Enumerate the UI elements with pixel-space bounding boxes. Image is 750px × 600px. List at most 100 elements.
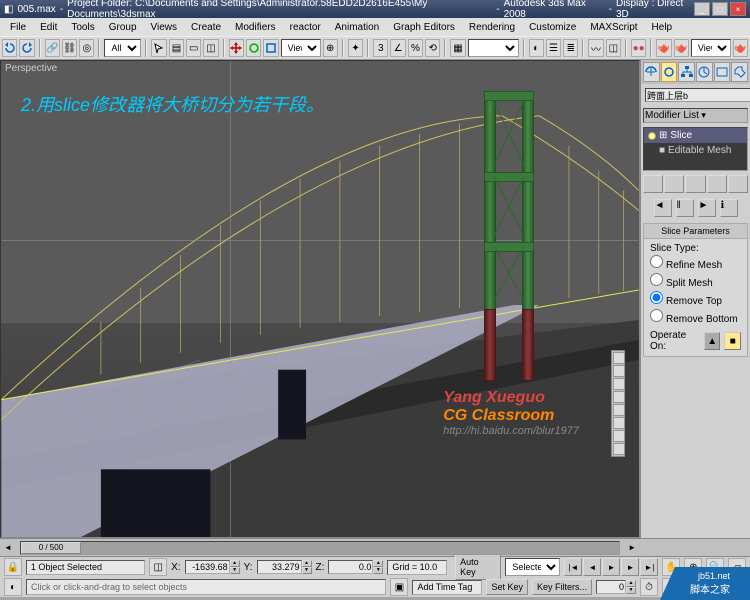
z-input[interactable] — [328, 560, 373, 574]
render-button[interactable]: 🫖 — [674, 39, 689, 57]
spinner-snap[interactable]: ⟲ — [425, 39, 440, 57]
operate-poly-button[interactable]: ■ — [724, 332, 741, 350]
tab-modify[interactable] — [661, 62, 678, 82]
layers-button[interactable]: ≣ — [563, 39, 578, 57]
goto-end-button[interactable]: ►| — [640, 558, 658, 576]
unlink-button[interactable]: ⛓ — [62, 39, 77, 57]
named-sets[interactable] — [468, 39, 519, 57]
play-button[interactable]: ► — [602, 558, 620, 576]
y-input[interactable] — [257, 560, 302, 574]
keymode-select[interactable]: Selected — [505, 558, 560, 576]
time-config-button[interactable]: ⏱ — [640, 578, 658, 596]
maximize-button[interactable]: □ — [712, 2, 728, 16]
menu-maxscript[interactable]: MAXScript — [584, 20, 643, 35]
window-crossing-button[interactable]: ◫ — [203, 39, 218, 57]
autokey-button[interactable]: Auto Key — [455, 554, 501, 580]
menu-group[interactable]: Group — [103, 20, 143, 35]
viewport[interactable]: Perspective — [0, 60, 640, 538]
menu-create[interactable]: Create — [185, 20, 227, 35]
pin-stack-button[interactable] — [643, 175, 663, 193]
next-button[interactable]: ► — [698, 199, 716, 217]
unique-button[interactable] — [685, 175, 705, 193]
manipulate-button[interactable]: ✦ — [348, 39, 363, 57]
viewport-nav[interactable] — [611, 350, 625, 457]
goto-start-button[interactable]: |◄ — [564, 558, 582, 576]
material-editor-button[interactable]: ●● — [631, 39, 646, 57]
modifier-stack[interactable]: ⊞Slice ■Editable Mesh — [643, 127, 748, 171]
setkey-button[interactable]: Set Key — [486, 579, 528, 595]
menu-grapheditors[interactable]: Graph Editors — [387, 20, 461, 35]
minimize-button[interactable]: _ — [694, 2, 710, 16]
named-sets-button[interactable]: ▦ — [450, 39, 465, 57]
keyfilters-button[interactable]: Key Filters... — [532, 579, 592, 595]
tab-display[interactable] — [714, 62, 731, 82]
quick-render-button[interactable]: 🫖 — [733, 39, 748, 57]
frame-input[interactable] — [596, 580, 626, 594]
info-button[interactable]: ℹ — [720, 199, 738, 217]
tab-create[interactable] — [643, 62, 660, 82]
select-rect-button[interactable]: ▭ — [186, 39, 201, 57]
show-end-button[interactable] — [664, 175, 684, 193]
add-time-tag[interactable]: Add Time Tag — [412, 580, 482, 595]
menu-edit[interactable]: Edit — [34, 20, 63, 35]
snap-toggle[interactable]: 3 — [373, 39, 388, 57]
configure-button[interactable] — [728, 175, 748, 193]
next-frame-button[interactable]: ► — [621, 558, 639, 576]
opt-refine[interactable]: Refine Mesh — [650, 254, 741, 272]
align-button[interactable]: ☰ — [546, 39, 561, 57]
undo-button[interactable] — [2, 39, 17, 57]
selection-filter[interactable]: All — [104, 39, 141, 57]
time-slider[interactable]: 0 / 500 — [20, 541, 620, 555]
stop-button[interactable]: ‖ — [676, 199, 694, 217]
schematic-button[interactable]: ◫ — [606, 39, 621, 57]
ref-coord-system[interactable]: View — [281, 39, 321, 57]
render-scene-button[interactable]: 🫖 — [656, 39, 671, 57]
modifier-list-dropdown[interactable]: Modifier List ▾ — [643, 108, 748, 123]
rollout-header[interactable]: Slice Parameters — [644, 224, 747, 239]
prev-button[interactable]: ◄ — [654, 199, 672, 217]
opt-removetop[interactable]: Remove Top — [650, 290, 741, 308]
angle-snap[interactable]: ∠ — [390, 39, 405, 57]
menu-rendering[interactable]: Rendering — [463, 20, 521, 35]
crossing-icon[interactable]: ◫ — [149, 558, 167, 576]
select-name-button[interactable]: ▤ — [169, 39, 184, 57]
menu-views[interactable]: Views — [145, 20, 184, 35]
scale-button[interactable] — [263, 39, 278, 57]
curve-editor-button[interactable]: 〰 — [588, 39, 603, 57]
remove-mod-button[interactable] — [707, 175, 727, 193]
listener-button[interactable]: ▣ — [390, 578, 408, 596]
menu-tools[interactable]: Tools — [65, 20, 100, 35]
menu-animation[interactable]: Animation — [329, 20, 385, 35]
bind-button[interactable]: ◎ — [79, 39, 94, 57]
menu-file[interactable]: File — [4, 20, 32, 35]
menu-customize[interactable]: Customize — [523, 20, 582, 35]
time-thumb[interactable]: 0 / 500 — [21, 542, 81, 554]
menu-help[interactable]: Help — [646, 20, 679, 35]
app-icon: ◧ — [4, 4, 13, 15]
menu-reactor[interactable]: reactor — [284, 20, 327, 35]
operate-face-button[interactable]: ▲ — [704, 332, 721, 350]
link-button[interactable]: 🔗 — [45, 39, 60, 57]
object-name-input[interactable] — [645, 88, 750, 102]
tab-hierarchy[interactable] — [678, 62, 695, 82]
mirror-button[interactable]: ◐ — [529, 39, 544, 57]
move-button[interactable] — [229, 39, 244, 57]
operate-on-label: Operate On: — [650, 330, 700, 352]
select-button[interactable] — [151, 39, 166, 57]
opt-split[interactable]: Split Mesh — [650, 272, 741, 290]
menu-modifiers[interactable]: Modifiers — [229, 20, 282, 35]
percent-snap[interactable]: % — [408, 39, 423, 57]
display-mode: Display : Direct 3D — [616, 0, 694, 20]
lock-button[interactable]: 🔒 — [4, 558, 22, 576]
tab-motion[interactable] — [696, 62, 713, 82]
rotate-button[interactable] — [246, 39, 261, 57]
opt-removebottom[interactable]: Remove Bottom — [650, 308, 741, 326]
render-preset[interactable]: View — [691, 39, 731, 57]
pivot-button[interactable]: ⊕ — [323, 39, 338, 57]
prev-frame-button[interactable]: ◄ — [583, 558, 601, 576]
close-button[interactable]: × — [730, 2, 746, 16]
x-input[interactable] — [185, 560, 230, 574]
redo-button[interactable] — [19, 39, 34, 57]
tab-utilities[interactable] — [731, 62, 748, 82]
script-button[interactable]: ◐ — [4, 578, 22, 596]
